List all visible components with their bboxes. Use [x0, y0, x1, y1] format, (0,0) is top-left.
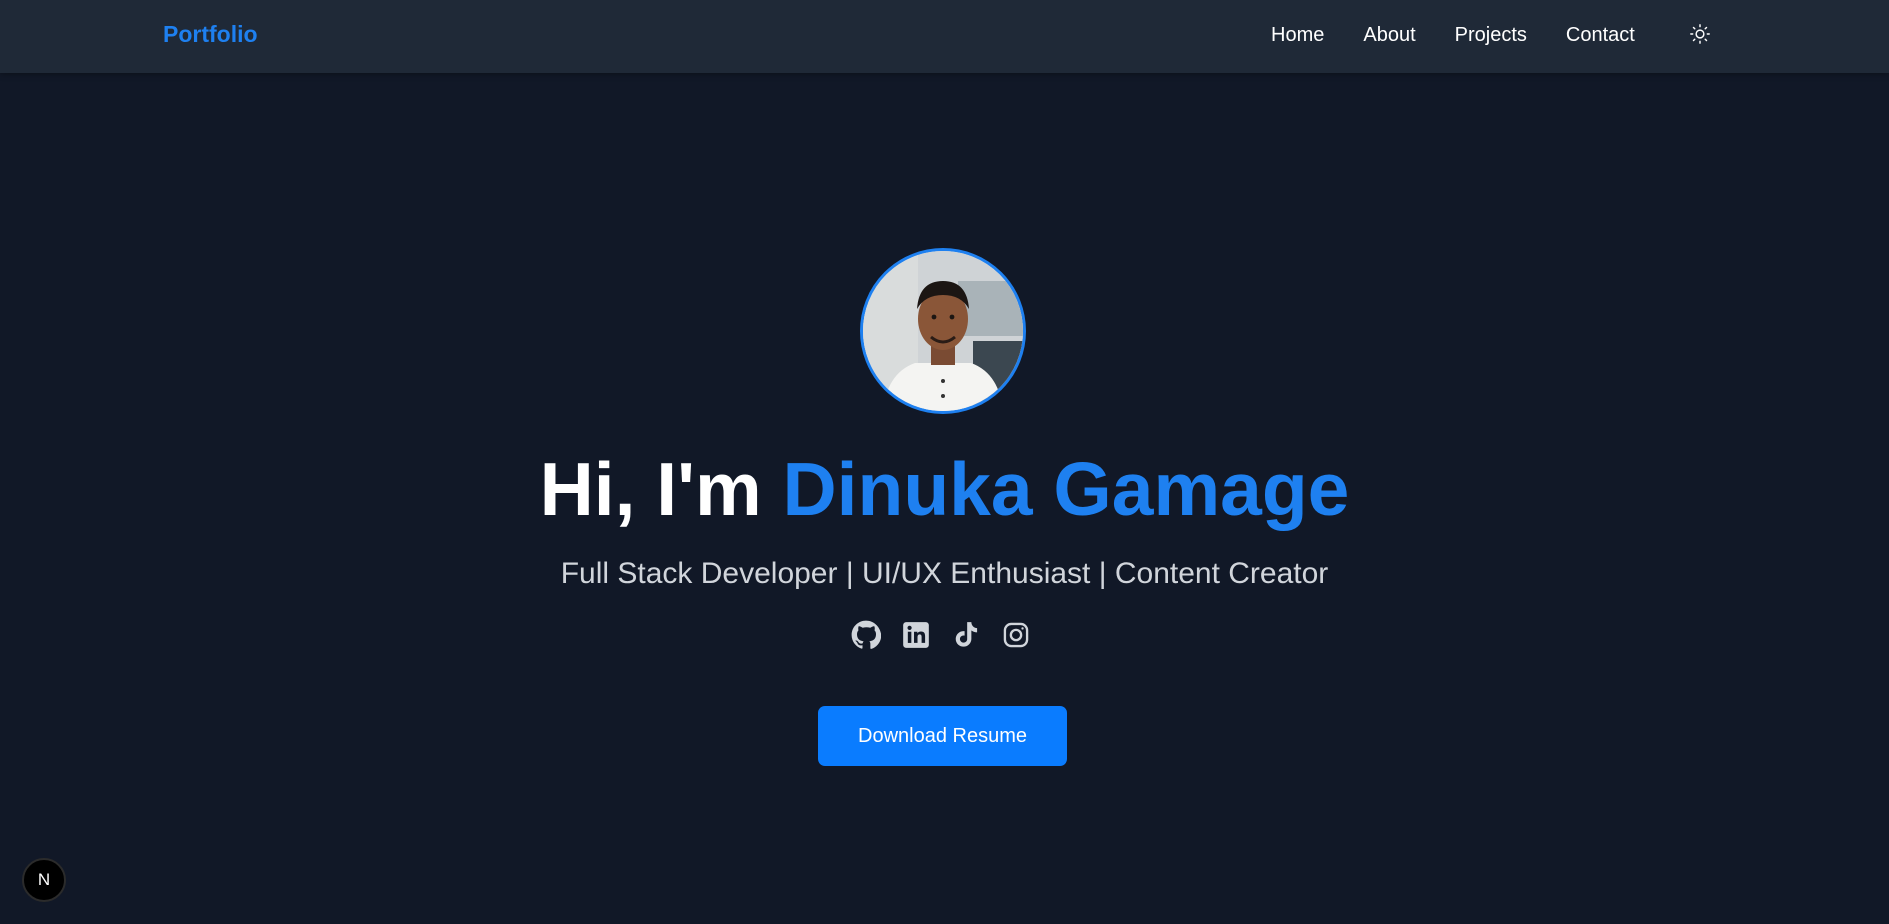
sun-icon: [1690, 24, 1710, 44]
brand-logo-link[interactable]: Portfolio: [163, 20, 258, 48]
navbar: Portfolio Home About Projects Contact: [0, 0, 1889, 73]
hero-subtitle: Full Stack Developer | UI/UX Enthusiast …: [560, 557, 1329, 590]
profile-avatar: [860, 248, 1026, 414]
download-resume-button[interactable]: Download Resume: [818, 706, 1067, 766]
hero-greeting: Hi, I'm: [539, 447, 762, 531]
hero-name: Dinuka Gamage: [782, 447, 1350, 531]
tiktok-link[interactable]: [950, 619, 982, 651]
hero-heading: Hi, I'm Dinuka Gamage: [0, 446, 1889, 532]
profile-photo: [863, 251, 1023, 411]
nav-link-contact[interactable]: Contact: [1566, 21, 1635, 49]
nextjs-dev-badge[interactable]: N: [22, 858, 66, 902]
theme-toggle-button[interactable]: [1688, 22, 1712, 46]
nav-link-about[interactable]: About: [1363, 21, 1415, 49]
nav-link-home[interactable]: Home: [1271, 21, 1324, 49]
hero-section: Hi, I'm Dinuka Gamage Full Stack Develop…: [0, 73, 1889, 924]
linkedin-icon: [903, 622, 929, 648]
nav-link-projects[interactable]: Projects: [1455, 21, 1527, 49]
instagram-icon: [1003, 622, 1029, 648]
github-link[interactable]: [850, 619, 882, 651]
nav-links: Home About Projects Contact: [1271, 21, 1635, 49]
linkedin-link[interactable]: [900, 619, 932, 651]
social-links: [850, 619, 1032, 651]
portfolio-page: Portfolio Home About Projects Contact Hi…: [0, 0, 1889, 924]
github-icon: [851, 620, 881, 649]
instagram-link[interactable]: [1000, 619, 1032, 651]
tiktok-icon: [955, 622, 978, 647]
nextjs-badge-label: N: [37, 870, 51, 889]
